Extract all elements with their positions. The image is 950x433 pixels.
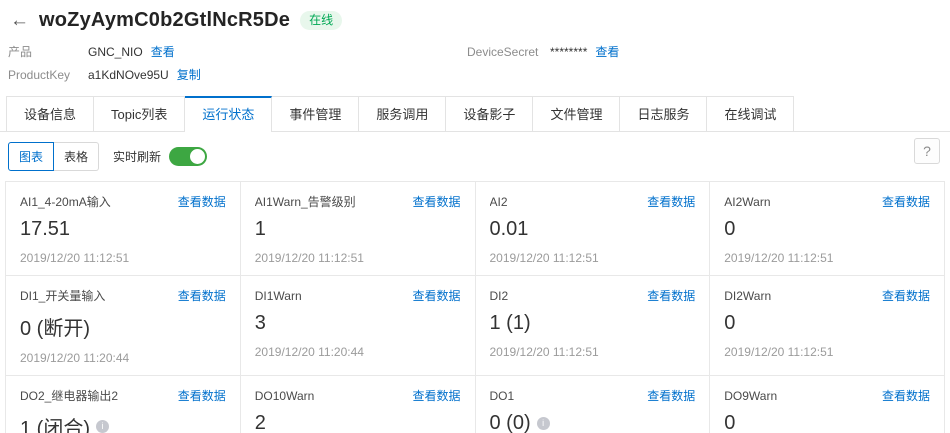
- view-data-link[interactable]: 查看数据: [882, 387, 930, 404]
- view-data-link[interactable]: 查看数据: [412, 387, 460, 404]
- tab-service-invoke[interactable]: 服务调用: [359, 96, 446, 131]
- property-title: DO10Warn: [255, 389, 315, 403]
- property-card: DO1查看数据 0 (0)i 2019/12/20 11:21:56: [476, 376, 710, 433]
- tab-event-management[interactable]: 事件管理: [272, 96, 359, 131]
- property-value: 17.51: [20, 218, 226, 241]
- tab-device-shadow[interactable]: 设备影子: [446, 96, 533, 131]
- view-data-link[interactable]: 查看数据: [412, 193, 460, 210]
- devicesecret-value: ********: [550, 45, 587, 59]
- view-data-link[interactable]: 查看数据: [882, 287, 930, 304]
- property-card: AI2 查看数据 0.01 2019/12/20 11:12:51: [476, 182, 710, 275]
- table-view-button[interactable]: 表格: [54, 142, 99, 171]
- realtime-refresh-label: 实时刷新: [113, 148, 161, 165]
- property-timestamp: 2019/12/20 11:12:51: [724, 251, 930, 265]
- property-card: DO10Warn查看数据 2 2019/12/20 11:22:28: [241, 376, 475, 433]
- devicesecret-label: DeviceSecret: [467, 45, 550, 59]
- device-detail-page: ← woZyAymC0b2GtlNcR5De 在线 产品 GNC_NIO 查看 …: [0, 0, 950, 433]
- property-value: 1 (1): [490, 312, 696, 335]
- device-tabs: 设备信息 Topic列表 运行状态 事件管理 服务调用 设备影子 文件管理 日志…: [0, 96, 950, 132]
- property-title: DO9Warn: [724, 389, 777, 403]
- property-card: AI2Warn 查看数据 0 2019/12/20 11:12:51: [710, 182, 944, 275]
- property-title: DI2: [490, 289, 509, 303]
- property-value-text: 0 (0): [490, 412, 531, 433]
- property-value: 0: [724, 218, 930, 241]
- online-status-badge: 在线: [300, 11, 342, 31]
- product-label: 产品: [8, 43, 88, 60]
- property-title: DI1_开关量输入: [20, 287, 105, 304]
- view-data-link[interactable]: 查看数据: [882, 193, 930, 210]
- productkey-value: a1KdNOve95U: [88, 68, 169, 82]
- property-card: DI2 查看数据 1 (1) 2019/12/20 11:12:51: [476, 276, 710, 375]
- property-value-text: 1 (闭合): [20, 412, 90, 433]
- device-meta: 产品 GNC_NIO 查看 ProductKey a1KdNOve95U 复制 …: [0, 34, 950, 94]
- productkey-row: ProductKey a1KdNOve95U 复制: [8, 63, 942, 86]
- view-data-link[interactable]: 查看数据: [647, 287, 695, 304]
- info-icon[interactable]: i: [537, 417, 550, 430]
- tab-topic-list[interactable]: Topic列表: [94, 96, 185, 131]
- view-data-link[interactable]: 查看数据: [412, 287, 460, 304]
- property-value: 0 (0) i: [490, 412, 696, 433]
- property-title: AI2: [490, 195, 508, 209]
- property-value: 2: [255, 412, 461, 433]
- property-card: DI2Warn 查看数据 0 2019/12/20 11:12:51: [710, 276, 944, 375]
- property-card: AI1_4-20mA输入 查看数据 17.51 2019/12/20 11:12:…: [6, 182, 240, 275]
- view-data-link[interactable]: 查看数据: [178, 287, 226, 304]
- property-timestamp: 2019/12/20 11:12:51: [490, 345, 696, 359]
- property-title: DI2Warn: [724, 289, 771, 303]
- property-timestamp: 2019/12/20 11:12:51: [724, 345, 930, 359]
- property-card: DI1_开关量输入 查看数据 0 (断开) 2019/12/20 11:20:44: [6, 276, 240, 375]
- productkey-copy-link[interactable]: 复制: [177, 66, 201, 83]
- property-card: DO2_继电器输出2查看数据 1 (闭合)i 2019/12/20 11:22:…: [6, 376, 240, 433]
- toggle-knob: [190, 149, 205, 164]
- property-card: DO9Warn查看数据 0 2019/12/20 11:21:56: [710, 376, 944, 433]
- property-value: 0: [724, 312, 930, 335]
- tab-device-info[interactable]: 设备信息: [6, 96, 94, 131]
- property-value: 0: [724, 412, 930, 433]
- product-view-link[interactable]: 查看: [151, 43, 175, 60]
- property-title: AI1Warn_告警级别: [255, 193, 356, 210]
- chart-view-button[interactable]: 图表: [8, 142, 54, 171]
- property-value: 1: [255, 218, 461, 241]
- view-mode-group: 图表 表格: [8, 142, 99, 171]
- device-name-title: woZyAymC0b2GtlNcR5De: [39, 9, 290, 32]
- property-value: 1 (闭合) i: [20, 412, 226, 433]
- property-title: DI1Warn: [255, 289, 302, 303]
- help-button[interactable]: ?: [914, 138, 940, 164]
- tab-online-debug[interactable]: 在线调试: [707, 96, 794, 131]
- realtime-refresh-toggle[interactable]: [169, 147, 207, 166]
- property-title: AI1_4-20mA输入: [20, 193, 111, 210]
- property-card: DI1Warn 查看数据 3 2019/12/20 11:20:44: [241, 276, 475, 375]
- tab-log-service[interactable]: 日志服务: [620, 96, 707, 131]
- property-card: AI1Warn_告警级别 查看数据 1 2019/12/20 11:12:51: [241, 182, 475, 275]
- property-timestamp: 2019/12/20 11:12:51: [490, 251, 696, 265]
- view-data-link[interactable]: 查看数据: [647, 387, 695, 404]
- property-timestamp: 2019/12/20 11:20:44: [20, 351, 226, 365]
- view-controls: 图表 表格 实时刷新 ?: [0, 132, 950, 179]
- info-icon[interactable]: i: [96, 420, 109, 433]
- property-cards-grid: AI1_4-20mA输入查看数据 17.51 2019/12/20 11:12:…: [5, 181, 945, 433]
- devicesecret-row: DeviceSecret ******** 查看: [467, 40, 619, 63]
- devicesecret-view-link[interactable]: 查看: [595, 43, 619, 60]
- back-arrow-icon[interactable]: ←: [10, 11, 29, 30]
- tab-file-management[interactable]: 文件管理: [533, 96, 620, 131]
- property-title: AI2Warn: [724, 195, 770, 209]
- property-timestamp: 2019/12/20 11:12:51: [255, 251, 461, 265]
- view-data-link[interactable]: 查看数据: [647, 193, 695, 210]
- property-value: 0 (断开): [20, 312, 226, 341]
- property-timestamp: 2019/12/20 11:20:44: [255, 345, 461, 359]
- view-data-link[interactable]: 查看数据: [178, 387, 226, 404]
- property-value: 0.01: [490, 218, 696, 241]
- tab-runtime-status[interactable]: 运行状态: [185, 96, 272, 132]
- productkey-label: ProductKey: [8, 68, 88, 82]
- property-title: DO1: [490, 389, 515, 403]
- page-header: ← woZyAymC0b2GtlNcR5De 在线: [0, 0, 950, 34]
- property-timestamp: 2019/12/20 11:12:51: [20, 251, 226, 265]
- product-value: GNC_NIO: [88, 45, 143, 59]
- property-value: 3: [255, 312, 461, 335]
- property-title: DO2_继电器输出2: [20, 387, 118, 404]
- view-data-link[interactable]: 查看数据: [178, 193, 226, 210]
